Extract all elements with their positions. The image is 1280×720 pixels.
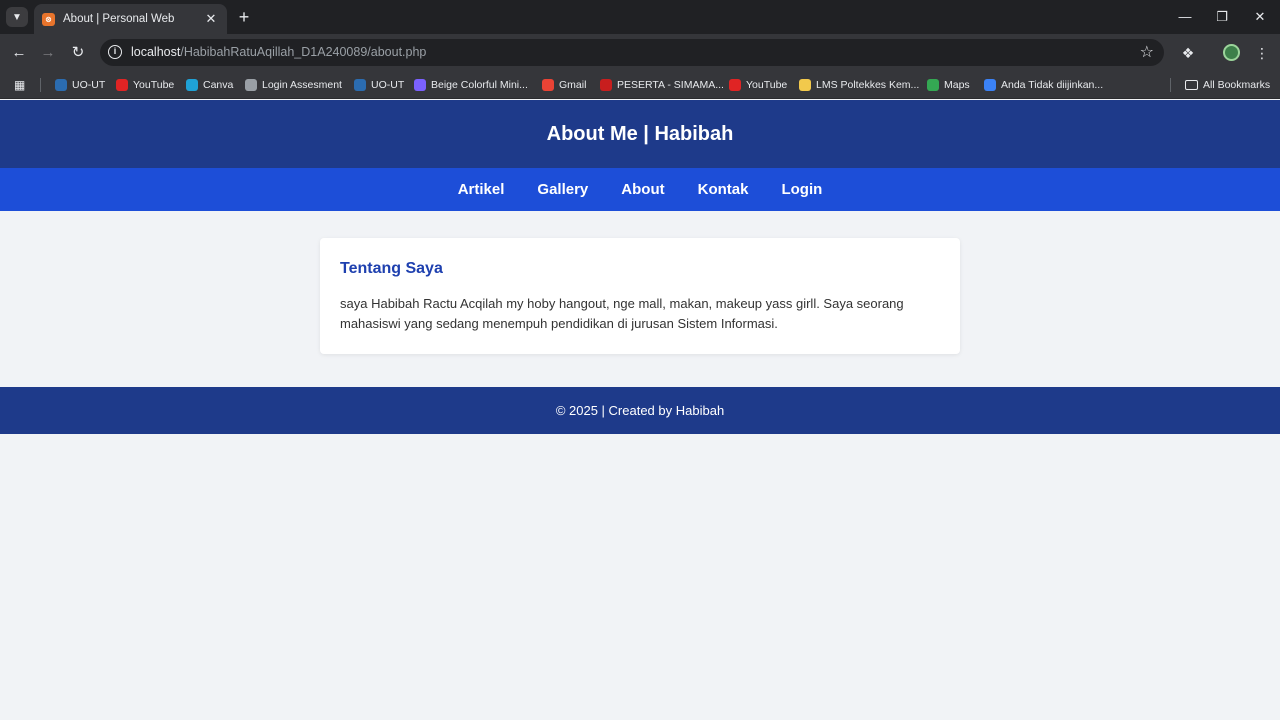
tab-close-icon[interactable]: ✕ xyxy=(203,11,219,27)
url-path: /HabibahRatuAqillah_D1A240089/about.php xyxy=(180,45,427,59)
bookmark-label: LMS Poltekkes Kem... xyxy=(816,79,920,91)
bookmark-item[interactable]: YouTube xyxy=(116,77,174,93)
bookmark-label: Canva xyxy=(203,79,234,91)
nav-link-artikel[interactable]: Artikel xyxy=(458,181,505,198)
bookmark-label: UO-UT xyxy=(371,79,405,91)
forward-arrow-icon[interactable]: → xyxy=(37,42,59,64)
ut-icon xyxy=(354,79,366,91)
bookmark-label: YouTube xyxy=(746,79,788,91)
bookmark-item[interactable]: Beige Colorful Mini... xyxy=(414,77,528,93)
nav-link-kontak[interactable]: Kontak xyxy=(698,181,749,198)
about-card: Tentang Saya saya Habibah Ractu Acqilah … xyxy=(320,238,960,354)
maps-icon xyxy=(927,79,939,91)
browser-tabstrip: ▼ ⊗ About | Personal Web ✕ + — ❐ ✕ xyxy=(0,0,1280,34)
close-window-icon[interactable]: ✕ xyxy=(1245,6,1275,28)
extensions-puzzle-icon[interactable]: ❖ xyxy=(1177,42,1199,64)
restore-window-icon[interactable]: ❐ xyxy=(1207,6,1237,28)
bookmark-item[interactable]: Canva xyxy=(186,77,233,93)
bookmark-item[interactable]: Anda Tidak diijinkan... xyxy=(984,77,1103,93)
bookmark-item[interactable]: LMS Poltekkes Kem... xyxy=(799,77,919,93)
bookmark-item[interactable]: Maps xyxy=(927,77,970,93)
bookmark-label: Beige Colorful Mini... xyxy=(431,79,528,91)
footer-text: © 2025 | Created by Habibah xyxy=(555,403,725,418)
bookmark-label: YouTube xyxy=(133,79,175,91)
site-footer: © 2025 | Created by Habibah xyxy=(0,387,1280,434)
bookmark-label: Gmail xyxy=(559,79,587,91)
nav-link-gallery[interactable]: Gallery xyxy=(537,181,588,198)
bookmark-item[interactable]: Gmail xyxy=(542,77,586,93)
browser-tab-active[interactable]: ⊗ About | Personal Web ✕ xyxy=(34,4,227,34)
ut-icon xyxy=(55,79,67,91)
all-bookmarks-label: All Bookmarks xyxy=(1203,79,1271,91)
card-title: Tentang Saya xyxy=(340,260,443,277)
bookmark-item[interactable]: UO-UT xyxy=(354,77,404,93)
address-bar[interactable]: i localhost/HabibahRatuAqillah_D1A240089… xyxy=(100,39,1164,66)
site-navigation: Artikel Gallery About Kontak Login xyxy=(0,168,1280,211)
canva-icon xyxy=(186,79,198,91)
new-tab-plus-icon[interactable]: + xyxy=(234,6,254,28)
menu-kebab-icon[interactable]: ⋮ xyxy=(1251,42,1273,64)
bookmarks-divider xyxy=(1170,78,1171,92)
tab-title: About | Personal Web xyxy=(63,13,175,25)
bookmark-label: Anda Tidak diijinkan... xyxy=(1001,79,1104,91)
bookmark-item[interactable]: YouTube xyxy=(729,77,787,93)
youtube-icon xyxy=(729,79,741,91)
canva-icon xyxy=(414,79,426,91)
site-info-icon[interactable]: i xyxy=(108,45,122,59)
folder-icon xyxy=(1185,80,1198,90)
lms-icon xyxy=(799,79,811,91)
nav-link-login[interactable]: Login xyxy=(781,181,822,198)
bookmark-item[interactable]: UO-UT xyxy=(55,77,105,93)
globe-icon xyxy=(245,79,257,91)
site-header: About Me | Habibah xyxy=(0,100,1280,168)
bookmark-star-icon[interactable]: ☆ xyxy=(1140,42,1154,62)
tab-search-chevron-icon[interactable]: ▼ xyxy=(6,7,28,27)
nav-link-about[interactable]: About xyxy=(621,181,664,198)
bookmark-label: PESERTA - SIMAMA... xyxy=(617,79,724,91)
gmail-icon xyxy=(542,79,554,91)
bookmarks-bar: ▦ UO-UT YouTube Canva Login Assesment UO-UT B… xyxy=(0,71,1280,99)
card-text: saya Habibah Ractu Acqilah my hoby hango… xyxy=(340,296,904,331)
minimize-window-icon[interactable]: — xyxy=(1170,6,1200,28)
youtube-icon xyxy=(116,79,128,91)
bookmark-label: Maps xyxy=(944,79,970,91)
reload-icon[interactable]: ↻ xyxy=(67,42,89,64)
kemdikbud-icon xyxy=(984,79,996,91)
bookmark-label: Login Assesment xyxy=(262,79,342,91)
url-host: localhost xyxy=(131,45,181,59)
back-arrow-icon[interactable]: ← xyxy=(8,42,30,64)
bookmark-item[interactable]: PESERTA - SIMAMA... xyxy=(600,77,724,93)
xampp-favicon-icon: ⊗ xyxy=(42,12,55,26)
bookmarks-divider xyxy=(40,78,41,92)
simama-icon xyxy=(600,79,612,91)
apps-grid-icon[interactable]: ▦ xyxy=(14,78,25,92)
url-text[interactable]: localhost/HabibahRatuAqillah_D1A240089/a… xyxy=(131,45,426,59)
all-bookmarks-folder[interactable]: All Bookmarks xyxy=(1185,77,1270,93)
bookmark-item[interactable]: Login Assesment xyxy=(245,77,342,93)
profile-avatar[interactable] xyxy=(1223,44,1240,61)
browser-toolbar: ← → ↻ i localhost/HabibahRatuAqillah_D1A… xyxy=(0,34,1280,71)
bookmark-label: UO-UT xyxy=(72,79,106,91)
page-title: About Me | Habibah xyxy=(546,122,734,145)
